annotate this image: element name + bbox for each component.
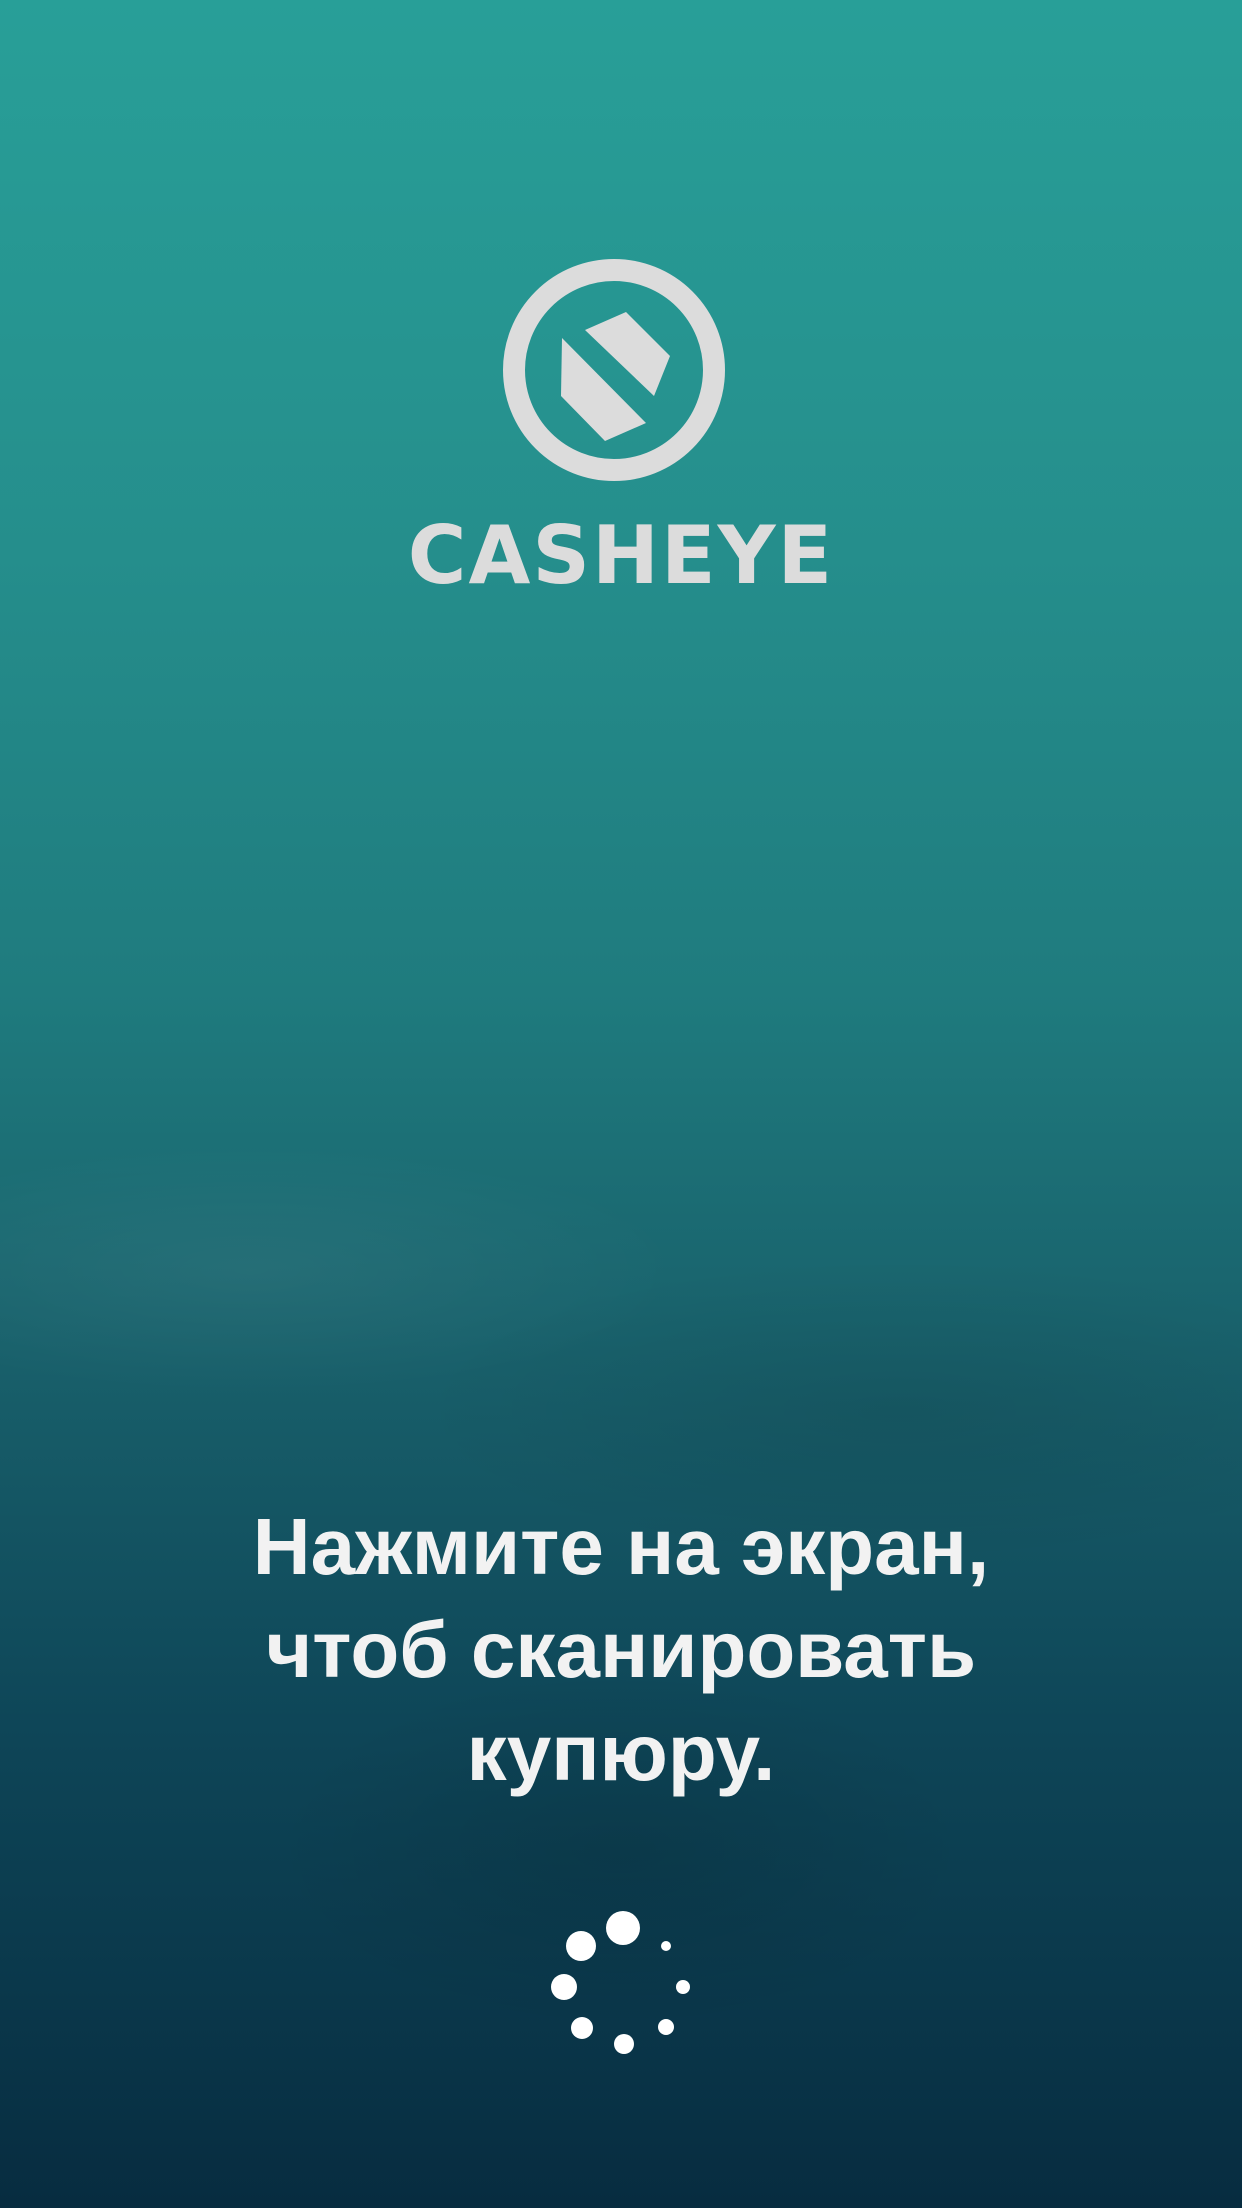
- scan-instruction-line: Нажмите на экран,: [252, 1502, 990, 1591]
- scan-tap-area[interactable]: CASHEYE Нажмите на экран, чтоб сканирова…: [0, 0, 1242, 2208]
- scan-instruction-line: купюру.: [466, 1708, 776, 1797]
- scan-instruction: Нажмите на экран, чтоб сканировать купюр…: [100, 1495, 1142, 1804]
- banknote-eye-logo-icon: [503, 259, 725, 481]
- brand-name: CASHEYE: [407, 509, 835, 602]
- loading-spinner-icon: [551, 1911, 690, 2054]
- scan-instruction-line: чтоб сканировать: [265, 1605, 977, 1694]
